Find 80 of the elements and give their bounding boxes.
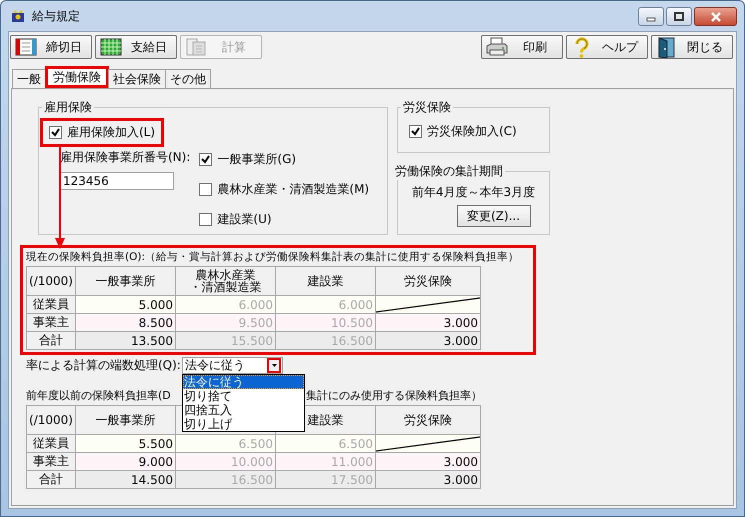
table-cell: 9.500 [176, 314, 276, 332]
row-header: 事業主 [26, 314, 76, 332]
row-header: 事業主 [26, 452, 76, 470]
change-button[interactable]: 変更(Z)... [456, 205, 530, 227]
maximize-icon [674, 12, 684, 22]
checkbox[interactable]: 一般事業所(G) [196, 147, 372, 172]
checkbox[interactable]: 建設業(U) [196, 207, 372, 232]
table-cell: 6.000 [276, 296, 376, 314]
checkbox[interactable]: 労災保険加入(C) [406, 120, 520, 143]
section-label: 集計にのみ使用する保険料負担率） [306, 388, 482, 403]
tab[interactable]: 一般 [12, 69, 46, 88]
field-label: 率による計算の端数処理(Q): [26, 357, 182, 374]
printer-icon [486, 36, 508, 58]
column-header: 一般事業所 [76, 406, 176, 434]
dropdown[interactable]: 法令に従う [182, 357, 283, 374]
dropdown-option[interactable]: 法令に従う [183, 375, 304, 389]
table-cell[interactable]: 5.500 [76, 434, 176, 452]
toolbar-button[interactable]: 支給日 [95, 35, 177, 59]
check-icon [411, 127, 420, 136]
table-cell[interactable]: 9.000 [76, 452, 176, 470]
window-title: 給与規定 [32, 8, 80, 24]
toolbar-button[interactable]: ヘルプ [566, 35, 648, 59]
table-cell: 6.000 [176, 296, 276, 314]
table-cell: 10.500 [276, 314, 376, 332]
field-label: 雇用保険事業所番号(N): [60, 149, 190, 166]
maximize-button[interactable] [666, 7, 692, 26]
caret-icon [272, 364, 276, 367]
table-cell: 16.500 [176, 470, 276, 488]
table-cell: 6.500 [276, 434, 376, 452]
tab[interactable]: その他 [165, 69, 211, 88]
checkbox[interactable]: 農林水産業・清酒製造業(M) [196, 177, 372, 202]
check-icon [51, 128, 60, 137]
row-header: 合計 [26, 470, 76, 488]
row-header: 従業員 [26, 434, 76, 452]
period-text: 前年4月度～本年3月度 [412, 184, 536, 201]
dropdown-button[interactable] [267, 358, 281, 373]
group-title: 労災保険 [402, 99, 452, 116]
checkbox[interactable]: 雇用保険加入(L) [40, 118, 164, 147]
check-icon [201, 155, 210, 164]
grid-calendar-icon [100, 36, 122, 58]
table-cell[interactable]: 5.000 [76, 296, 176, 314]
table-cell: 17.500 [276, 470, 376, 488]
input-field[interactable]: 123456 [60, 172, 174, 190]
column-header: 労災保険 [376, 266, 480, 296]
column-header: (/1000) [26, 406, 76, 434]
table-cell[interactable]: 3.000 [376, 452, 480, 470]
table-cell: 15.500 [176, 332, 276, 350]
calendar-icon [15, 36, 37, 58]
row-header: 従業員 [26, 296, 76, 314]
toolbar-button[interactable]: 印刷 [481, 35, 563, 59]
close-icon [710, 12, 722, 22]
column-header: 建設業 [276, 266, 376, 296]
table-cell[interactable]: 8.500 [76, 314, 176, 332]
table-cell: 6.500 [176, 434, 276, 452]
tab[interactable]: 社会保険 [108, 69, 166, 88]
section-label: 前年度以前の保険料負担率(D [26, 388, 172, 403]
table-cell[interactable]: 3.000 [376, 332, 480, 350]
toolbar-button[interactable]: 閉じる [651, 35, 733, 59]
column-header: (/1000) [26, 266, 76, 296]
dropdown-option[interactable]: 切り捨て [183, 389, 304, 403]
table-cell[interactable]: 3.000 [376, 470, 480, 488]
section-label: 現在の保険料負担率(O):（給与・賞与計算および労働保険料集計表の集計に使用する保険料負担率） [26, 250, 520, 264]
table-cell[interactable]: 3.000 [376, 314, 480, 332]
close-button[interactable] [694, 7, 737, 26]
group-title: 労働保険の集計期間 [394, 163, 504, 180]
toolbar-button[interactable]: 締切日 [10, 35, 92, 59]
table-cell: 10.000 [176, 452, 276, 470]
table-cell[interactable]: 14.500 [76, 470, 176, 488]
group-title: 雇用保険 [43, 99, 93, 116]
calculator-icon [185, 36, 207, 58]
column-header: 農林水産業 ・清酒製造業 [176, 266, 276, 296]
table-cell: 11.000 [276, 452, 376, 470]
row-header: 合計 [26, 332, 76, 350]
tab[interactable]: 労働保険 [45, 66, 109, 88]
table-cell: 16.500 [276, 332, 376, 350]
column-header: 一般事業所 [76, 266, 176, 296]
app-icon [10, 8, 26, 24]
minimize-button[interactable] [638, 7, 664, 26]
table-cell[interactable]: 13.500 [76, 332, 176, 350]
column-header: 労災保険 [376, 406, 480, 434]
